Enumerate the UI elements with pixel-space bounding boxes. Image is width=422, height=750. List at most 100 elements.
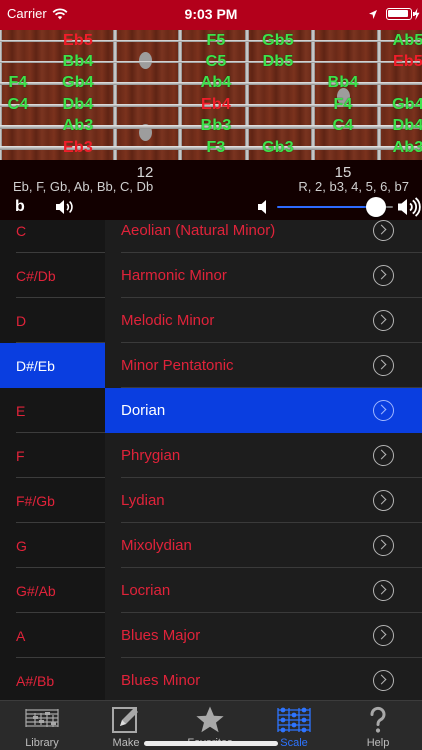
library-staff-icon [25,709,59,727]
root-note-item[interactable]: E [0,388,105,433]
fretboard-note[interactable]: F4 [8,74,27,92]
clock: 9:03 PM [184,6,238,22]
scale-label: Aeolian (Natural Minor) [121,222,276,239]
chevron-right-circle-icon[interactable] [373,310,394,331]
fretboard-note[interactable]: C4 [8,96,29,114]
root-note-item[interactable]: F [0,433,105,478]
root-note-label: G#/Ab [16,583,56,599]
fret-number: 12 [136,164,154,181]
root-note-item[interactable]: G#/Ab [0,568,105,613]
scale-item[interactable]: Melodic Minor [105,298,422,343]
app-root: Carrier 9:03 PM Eb5 F5 Gb5 Ab5 Bb4 C5 Db… [0,0,422,750]
fretboard-note[interactable]: F5 [206,32,225,50]
scale-label: Lydian [121,492,165,509]
root-note-label: C [16,223,27,239]
fretboard[interactable]: Eb5 F5 Gb5 Ab5 Bb4 C5 Db5 Eb5 F4 Gb4 Ab4 Bb4 C4 Db4 Eb… [0,30,422,160]
scale-item[interactable]: Dorian [105,388,422,433]
root-note-item[interactable]: C [0,220,105,253]
question-mark-icon [370,706,386,733]
scale-item[interactable]: Lydian [105,478,422,523]
root-note-item[interactable]: D [0,298,105,343]
scale-item[interactable]: Blues Minor [105,658,422,700]
fretboard-note[interactable]: Eb5 [63,32,93,50]
scale-item[interactable]: Minor Pentatonic [105,343,422,388]
chevron-right-circle-icon[interactable] [373,625,394,646]
fret-wire [311,30,315,160]
pencil-edit-icon [112,707,138,733]
root-note-label: C#/Db [16,268,56,284]
play-sound-speaker-icon[interactable] [55,199,77,215]
fret-wire [377,30,381,160]
fretboard-note[interactable]: Ab5 [393,32,422,50]
chevron-right-circle-icon[interactable] [373,445,394,466]
scale-label: Melodic Minor [121,312,215,329]
volume-high-speaker-icon [398,197,421,217]
root-note-label: E [16,403,26,419]
chevron-right-circle-icon[interactable] [373,490,394,511]
fretboard-note[interactable]: F4 [333,96,352,114]
fretboard-note[interactable]: Ab3 [393,139,422,157]
tab-library[interactable]: Library [0,701,84,750]
fretboard-note[interactable]: Gb3 [262,139,294,157]
scale-grid-icon [277,707,311,733]
root-note-label: D [16,313,27,329]
fretboard-note[interactable]: Bb3 [201,117,232,135]
chevron-right-circle-icon[interactable] [373,535,394,556]
scale-type-list[interactable]: Aeolian (Natural Minor) Harmonic Minor Mel… [105,220,422,700]
chevron-right-circle-icon[interactable] [373,265,394,286]
fretboard-note[interactable]: C5 [206,53,227,71]
chevron-right-circle-icon[interactable] [373,355,394,376]
scale-item[interactable]: Phrygian [105,433,422,478]
fret-wire [113,30,117,160]
fretboard-note[interactable]: Ab3 [63,117,94,135]
volume-slider[interactable] [277,197,393,217]
scale-item[interactable]: Locrian [105,568,422,613]
fretboard-note[interactable]: Bb4 [63,53,94,71]
root-note-item[interactable]: G [0,523,105,568]
fretboard-note[interactable]: F3 [206,139,225,157]
scale-item[interactable]: Mixolydian [105,523,422,568]
scale-item[interactable]: Blues Major [105,613,422,658]
scale-info-bar: Eb, F, Gb, Ab, Bb, C, Db R, 2, b3, 4, 5,… [0,160,422,220]
chevron-right-circle-icon[interactable] [373,580,394,601]
fretboard-note[interactable]: Db5 [263,53,294,71]
fretboard-note[interactable]: Gb4 [392,96,422,114]
root-note-list[interactable]: C C#/Db D D#/Eb E F F#/Gb G G#/Ab A A#/Bb [0,220,105,700]
root-note-label: F#/Gb [16,493,55,509]
scale-label: Blues Major [121,627,201,644]
chevron-right-circle-icon[interactable] [373,400,394,421]
root-note-label: G [16,538,27,554]
fret-wire [245,30,249,160]
scale-item[interactable]: Harmonic Minor [105,253,422,298]
fretboard-note[interactable]: Eb5 [393,53,422,71]
fretboard-note[interactable]: Gb5 [262,32,294,50]
scale-label: Dorian [121,402,166,419]
fretboard-note[interactable]: Bb4 [328,74,359,92]
battery-icon [386,8,415,20]
fretboard-note[interactable]: C4 [333,117,354,135]
root-note-item[interactable]: F#/Gb [0,478,105,523]
fretboard-note[interactable]: Gb4 [62,74,94,92]
fret-wire [178,30,182,160]
scale-notes-text: Eb, F, Gb, Ab, Bb, C, Db [13,179,154,194]
fretboard-note[interactable]: Db4 [63,96,94,114]
tab-label: Help [366,737,390,749]
root-note-item[interactable]: D#/Eb [0,343,105,388]
root-note-label: A [16,628,26,644]
root-note-item[interactable]: A [0,613,105,658]
volume-slider-thumb[interactable] [366,197,387,217]
fretboard-note[interactable]: Eb4 [201,96,231,114]
fretboard-note[interactable]: Db4 [393,117,422,135]
scale-intervals-text: R, 2, b3, 4, 5, 6, b7 [298,179,409,194]
scale-label: Harmonic Minor [121,267,227,284]
fretboard-note[interactable]: Eb3 [63,139,93,157]
scale-item[interactable]: Aeolian (Natural Minor) [105,220,422,253]
chevron-right-circle-icon[interactable] [373,220,394,241]
root-note-item[interactable]: A#/Bb [0,658,105,700]
accidental-toggle-button[interactable]: b [15,198,25,216]
root-note-item[interactable]: C#/Db [0,253,105,298]
tab-help[interactable]: Help [336,701,420,750]
chevron-right-circle-icon[interactable] [373,670,394,691]
fretboard-note[interactable]: Ab4 [201,74,232,92]
status-bar: Carrier 9:03 PM [0,0,422,30]
